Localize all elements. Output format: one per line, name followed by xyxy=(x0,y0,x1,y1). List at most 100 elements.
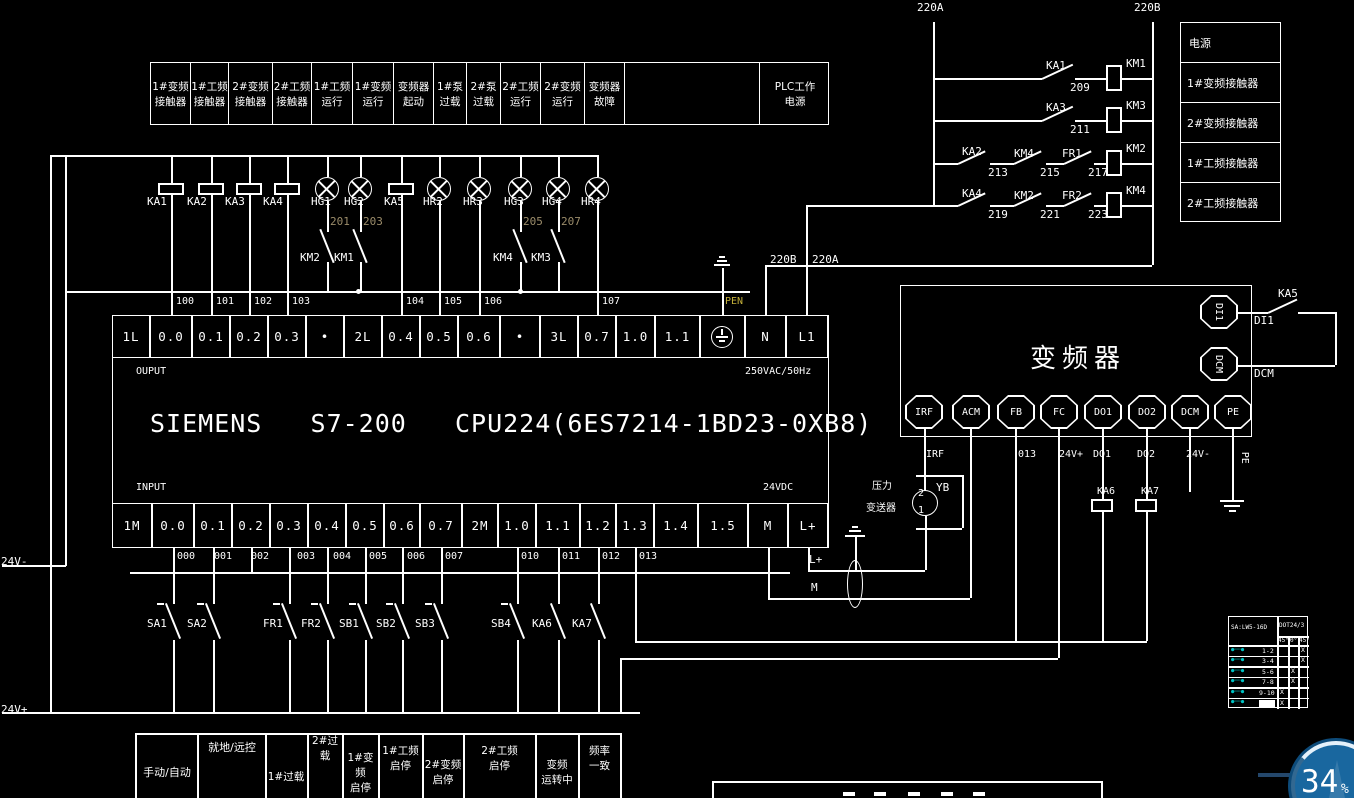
plc-terminal: 0.1 xyxy=(192,315,230,358)
wire-number: 104 xyxy=(406,296,424,308)
wire-number: 201 xyxy=(330,216,350,229)
legend-mark: X xyxy=(1301,647,1305,654)
wire xyxy=(327,262,329,291)
transmitter-name: 压力 xyxy=(872,481,892,493)
annotation-cell: 变频器 起动 xyxy=(394,63,434,124)
wire-label-m: M xyxy=(811,582,818,595)
relay-coil xyxy=(1106,65,1122,91)
contact-blade xyxy=(1268,299,1298,314)
output-annotation-table: 1#变频 接触器 1#工频 接触器 2#变频 接触器 2#工频 接触器 1#工频… xyxy=(150,62,829,125)
coil-label: KM1 xyxy=(1126,58,1146,71)
switch-tick xyxy=(386,603,393,605)
plc-terminal: 0.7 xyxy=(420,503,462,548)
annotation-cell: 1#泵 过载 xyxy=(434,63,467,124)
ground-icon xyxy=(845,535,865,537)
contact-blade xyxy=(319,229,334,263)
clipped-text-mark xyxy=(874,792,886,796)
contact-blade xyxy=(165,603,181,639)
annotation-cell: 频率 一致 xyxy=(579,738,620,778)
wire xyxy=(327,640,329,712)
plc-terminal: M xyxy=(748,503,788,548)
selector-legend-table: SA:LW5-16D DOT24/3 45° 0° 45° ●┉┉●1-2 X … xyxy=(1228,616,1308,708)
wire-number: 213 xyxy=(988,167,1008,180)
progress-badge[interactable]: 34 % xyxy=(1288,738,1354,798)
wire xyxy=(855,537,857,570)
clipped-text-mark xyxy=(973,792,985,796)
rail-label-24v-plus: 24V+ xyxy=(1,704,28,717)
annotation-cell: 2#工频 运行 xyxy=(501,63,541,124)
legend-row-label: 9-10 xyxy=(1259,690,1275,697)
plc-terminal: 0.2 xyxy=(232,503,270,548)
plc-terminal: 0.5 xyxy=(420,315,458,358)
wire xyxy=(171,195,173,315)
wire-label-dcm: DCM xyxy=(1254,368,1274,381)
plc-terminal: 0.4 xyxy=(382,315,420,358)
plc-terminal: L1 xyxy=(786,315,828,358)
wire-label: 24V- xyxy=(1186,449,1210,461)
wire-number: 006 xyxy=(407,551,425,563)
wire xyxy=(598,548,600,604)
plc-terminal: 0.6 xyxy=(458,315,500,358)
wire xyxy=(441,548,443,604)
wire xyxy=(558,155,560,177)
switch-tick xyxy=(349,603,356,605)
wire xyxy=(2,712,640,714)
contact-label: KA4 xyxy=(962,188,982,201)
wire xyxy=(1094,205,1106,207)
coil-label: KM2 xyxy=(1126,143,1146,156)
inverter-terminal: DO1 xyxy=(1084,395,1122,429)
contact-blade xyxy=(394,603,410,639)
contact-blade xyxy=(433,603,449,639)
switch-label: FR1 xyxy=(263,618,283,631)
wire xyxy=(1122,205,1152,207)
annotation-cell: 变频 运转中 xyxy=(536,752,578,792)
ground-icon xyxy=(1220,500,1244,502)
inverter-terminal: FB xyxy=(997,395,1035,429)
switch-label: SB3 xyxy=(415,618,435,631)
annotation-cell xyxy=(625,63,760,124)
ground-icon xyxy=(849,530,861,532)
switch-tick xyxy=(157,603,164,605)
wire xyxy=(635,548,637,641)
inverter-terminal: IRF xyxy=(905,395,943,429)
wire-number: 012 xyxy=(602,551,620,563)
wire xyxy=(806,205,808,315)
switch-label: KA7 xyxy=(572,618,592,631)
coil-label: KM4 xyxy=(1126,185,1146,198)
plc-terminal: 1.3 xyxy=(616,503,654,548)
wire xyxy=(597,155,599,177)
contact-label: KM2 xyxy=(300,252,320,265)
plc-terminal: 0.6 xyxy=(384,503,420,548)
device-label: KA5 xyxy=(384,196,404,209)
plc-terminal: 1.0 xyxy=(616,315,655,358)
legend-mark: X xyxy=(1280,689,1284,696)
wire xyxy=(1075,120,1106,122)
table-border xyxy=(620,733,622,798)
contact-blade xyxy=(319,603,335,639)
plc-terminal: N xyxy=(745,315,786,358)
clipped-text-mark xyxy=(908,792,920,796)
wire-number: 219 xyxy=(988,209,1008,222)
relay-coil xyxy=(1135,499,1157,512)
contact-label: KM4 xyxy=(1014,148,1034,161)
relay-coil xyxy=(274,183,300,195)
contact-blade xyxy=(205,603,221,639)
relay-coil xyxy=(1106,107,1122,133)
clipped-text-mark xyxy=(843,792,855,796)
inverter-terminal-di1: DI1 xyxy=(1200,295,1238,329)
transmitter-icon xyxy=(912,490,938,516)
switch-symbol-icon: ●┉┉● xyxy=(1231,690,1244,696)
legend-row-label: 7-8 xyxy=(1262,679,1274,686)
plc-terminal: 1L xyxy=(112,315,150,358)
plc-terminal: 0.0 xyxy=(150,315,192,358)
switch-label: FR2 xyxy=(301,618,321,631)
contact-blade xyxy=(550,229,565,263)
wire xyxy=(1122,120,1152,122)
annotation-cell: 1#工频 启停 xyxy=(379,738,422,778)
wire-number: 005 xyxy=(369,551,387,563)
wire-number: 107 xyxy=(602,296,620,308)
legend-row: 2#变频接触器 xyxy=(1181,103,1280,143)
wire-number: 000 xyxy=(177,551,195,563)
contact-label: KA2 xyxy=(962,146,982,159)
switch-label: SB4 xyxy=(491,618,511,631)
